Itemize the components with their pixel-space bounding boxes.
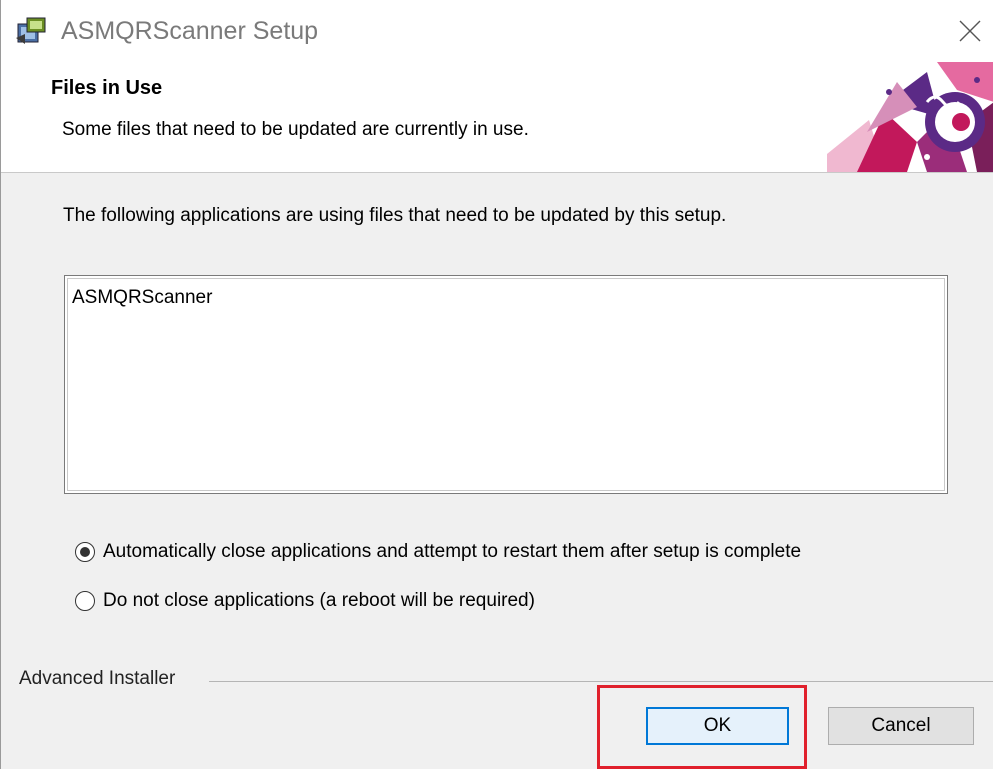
banner-subtitle: Some files that need to be updated are c… xyxy=(62,119,529,140)
setup-window: ASMQRScanner Setup Files in Use Some fil… xyxy=(0,0,993,769)
ok-button[interactable]: OK xyxy=(646,707,789,745)
instructions-text: The following applications are using fil… xyxy=(63,205,727,226)
footer-divider xyxy=(209,681,993,682)
close-icon xyxy=(959,20,981,42)
title-bar[interactable]: ASMQRScanner Setup xyxy=(1,0,993,62)
window-title: ASMQRScanner Setup xyxy=(61,17,319,45)
do-not-close-option[interactable]: Do not close applications (a reboot will… xyxy=(75,586,535,616)
advanced-installer-logo xyxy=(827,62,993,172)
installer-package-icon xyxy=(15,14,49,46)
auto-close-option[interactable]: Automatically close applications and att… xyxy=(75,537,801,567)
banner-title: Files in Use xyxy=(51,77,163,99)
footer-brand: Advanced Installer xyxy=(19,668,176,689)
list-item[interactable]: ASMQRScanner xyxy=(72,286,212,310)
header-banner: Files in Use Some files that need to be … xyxy=(1,62,993,173)
cancel-button[interactable]: Cancel xyxy=(828,707,974,745)
application-list[interactable]: ASMQRScanner xyxy=(64,275,948,494)
auto-close-label: Automatically close applications and att… xyxy=(103,541,802,562)
do-not-close-label: Do not close applications (a reboot will… xyxy=(103,590,535,611)
close-button[interactable] xyxy=(947,6,993,54)
do-not-close-radio[interactable] xyxy=(75,591,95,611)
auto-close-radio[interactable] xyxy=(75,542,95,562)
